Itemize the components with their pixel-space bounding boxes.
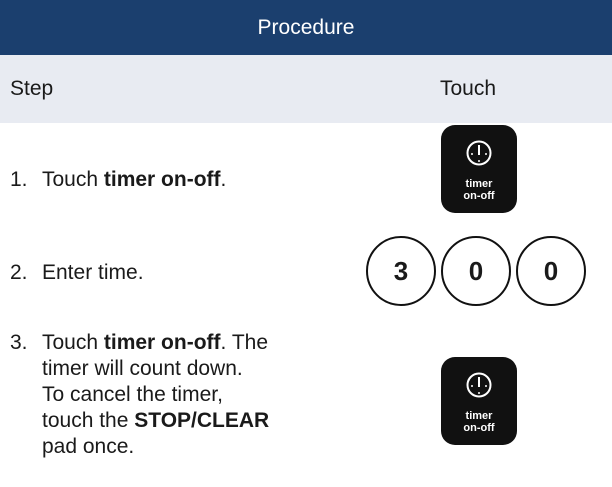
step-number: 3. bbox=[10, 331, 28, 354]
header-title: Procedure bbox=[257, 15, 355, 39]
column-header-row: Step Touch bbox=[0, 55, 612, 123]
timer-on-off-pad-2[interactable]: timer on-off bbox=[441, 357, 517, 445]
digit-0-pad-2[interactable]: 0 bbox=[516, 236, 586, 306]
keypad-label-line1: timer bbox=[465, 410, 493, 422]
clock-icon bbox=[466, 372, 492, 398]
table-header: Procedure bbox=[0, 0, 612, 55]
step-number: 2. bbox=[10, 261, 28, 284]
step-3: 3. Touch timer on-off. The timer will cou… bbox=[10, 331, 270, 458]
keypad-label-line1: timer bbox=[465, 178, 493, 190]
step-number: 1. bbox=[10, 168, 28, 191]
keypad-label-line2: on-off bbox=[463, 422, 495, 434]
step-column-label: Step bbox=[10, 77, 54, 100]
step-2: 2. Enter time. bbox=[10, 261, 144, 284]
step-1-bold: timer on-off bbox=[103, 168, 221, 191]
touch-column-label: Touch bbox=[440, 77, 497, 100]
timer-on-off-pad[interactable]: timer on-off bbox=[441, 125, 517, 213]
digit-3-pad[interactable]: 3 bbox=[366, 236, 436, 306]
keypad-label-line2: on-off bbox=[463, 190, 495, 202]
digit-0-pad[interactable]: 0 bbox=[441, 236, 511, 306]
step-1: 1. Touch timer on-off. bbox=[10, 168, 227, 191]
clock-icon bbox=[466, 140, 492, 166]
